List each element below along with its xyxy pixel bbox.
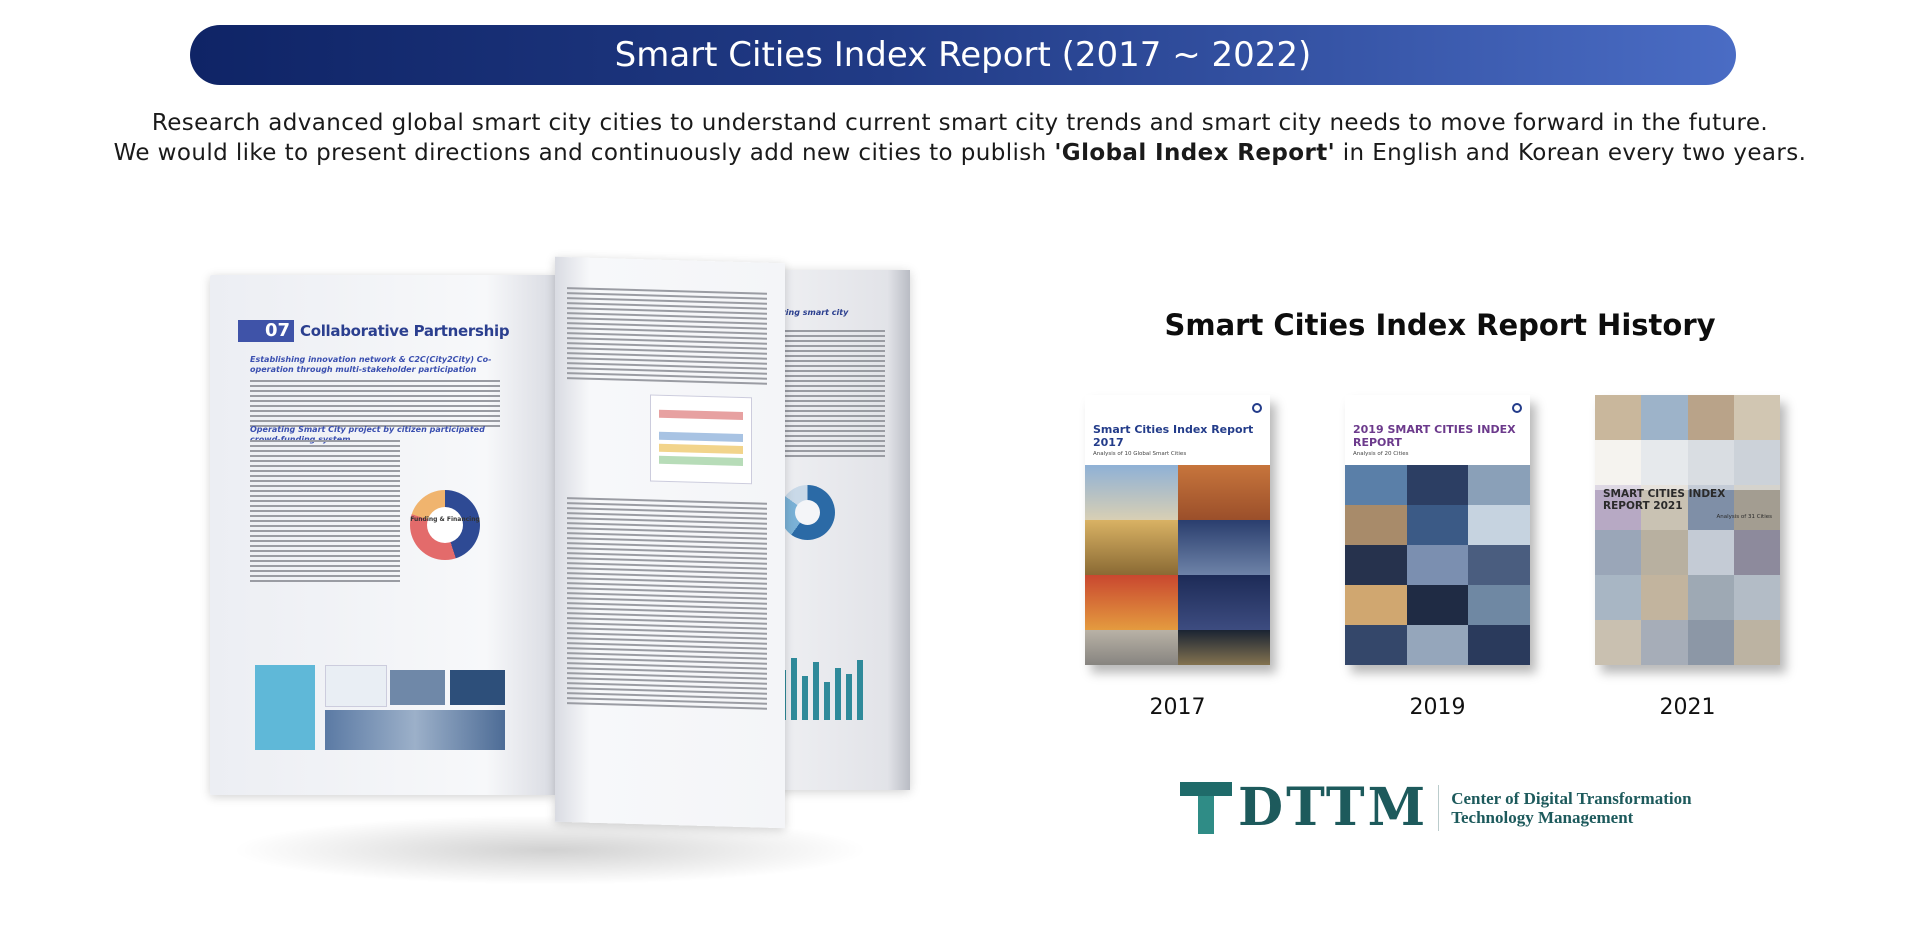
intro-text: Research advanced global smart city citi… (0, 108, 1920, 168)
dttm-t-mark-icon (1180, 781, 1232, 834)
cover-title: 2019 SMART CITIES INDEX REPORT (1353, 423, 1516, 449)
report-year-2021: 2021 (1659, 695, 1716, 720)
intro-line-2: We would like to present directions and … (0, 138, 1920, 168)
page-photo-5 (325, 710, 505, 750)
right-page-text-1 (567, 287, 767, 388)
cover-header: 2019 SMART CITIES INDEX REPORT Analysis … (1345, 395, 1530, 457)
cover-subtitle: Analysis of 20 Cities (1353, 451, 1409, 457)
page-photo-2 (325, 665, 387, 707)
back-page-bar-chart (780, 650, 880, 720)
page-title-banner: Smart Cities Index Report (2017 ~ 2022) (190, 25, 1736, 85)
page-photo-3 (390, 670, 445, 705)
left-page-text-1 (250, 380, 500, 430)
logo-org-name: Center of Digital Transformation Technol… (1451, 789, 1691, 827)
intro-line-2-suffix: in English and Korean every two years. (1335, 140, 1807, 166)
cover-subtitle: Analysis of 10 Global Smart Cities (1093, 451, 1187, 457)
cover-header: SMART CITIES INDEX REPORT 2021 Analysis … (1595, 440, 1780, 520)
logo-divider (1438, 784, 1440, 831)
dttm-logo: DTTM Center of Digital Transformation Te… (1180, 780, 1692, 835)
history-title: Smart Cities Index Report History (1164, 308, 1716, 342)
page-photo-1 (255, 665, 315, 750)
report-cover-2021[interactable]: SMART CITIES INDEX REPORT 2021 Analysis … (1595, 395, 1780, 665)
cover-title: SMART CITIES INDEX REPORT 2021 (1603, 488, 1726, 512)
cover-photo-grid (1085, 465, 1270, 665)
chapter-number: 07 (238, 320, 294, 342)
cover-title: Smart Cities Index Report 2017 (1093, 423, 1254, 449)
right-page-text-2 (567, 497, 767, 713)
cover-photo-grid (1345, 465, 1530, 665)
chapter-heading: 07 Collaborative Partnership (238, 320, 510, 342)
book-left-page: 07 Collaborative Partnership Establishin… (210, 275, 555, 795)
logo-wordmark: DTTM (1238, 776, 1429, 838)
report-cover-2019[interactable]: 2019 SMART CITIES INDEX REPORT Analysis … (1345, 395, 1530, 665)
cover-subtitle: Analysis of 31 Cities (1716, 514, 1772, 520)
report-cover-2017[interactable]: Smart Cities Index Report 2017 Analysis … (1085, 395, 1270, 665)
funding-donut-chart: Funding & Financing (410, 490, 480, 560)
intro-line-1: Research advanced global smart city citi… (151, 110, 1769, 136)
page-subheading-1: Establishing innovation network & C2C(Ci… (250, 355, 492, 374)
org-line-2: Technology Management (1451, 807, 1634, 827)
intro-line-2-bold: 'Global Index Report' (1054, 140, 1336, 166)
report-year-2019: 2019 (1409, 695, 1466, 720)
intro-line-2-prefix: We would like to present directions and … (113, 140, 1055, 166)
architecture-diagram (650, 394, 752, 485)
donut-label: Funding & Financing (410, 516, 480, 523)
back-page-donut-chart (780, 485, 835, 540)
report-year-2017: 2017 (1149, 695, 1206, 720)
book-turning-page (555, 256, 785, 829)
left-page-text-2 (250, 440, 400, 585)
page-title: Smart Cities Index Report (2017 ~ 2022) (614, 35, 1312, 75)
chapter-title: Collaborative Partnership (300, 322, 510, 340)
page-photo-4 (450, 670, 505, 705)
cover-photo-grid (1595, 395, 1780, 665)
org-line-1: Center of Digital Transformation (1451, 788, 1692, 808)
cover-header: Smart Cities Index Report 2017 Analysis … (1085, 395, 1270, 457)
open-book-mockup: dopting smart city 07 Collaborative Part… (200, 255, 920, 885)
